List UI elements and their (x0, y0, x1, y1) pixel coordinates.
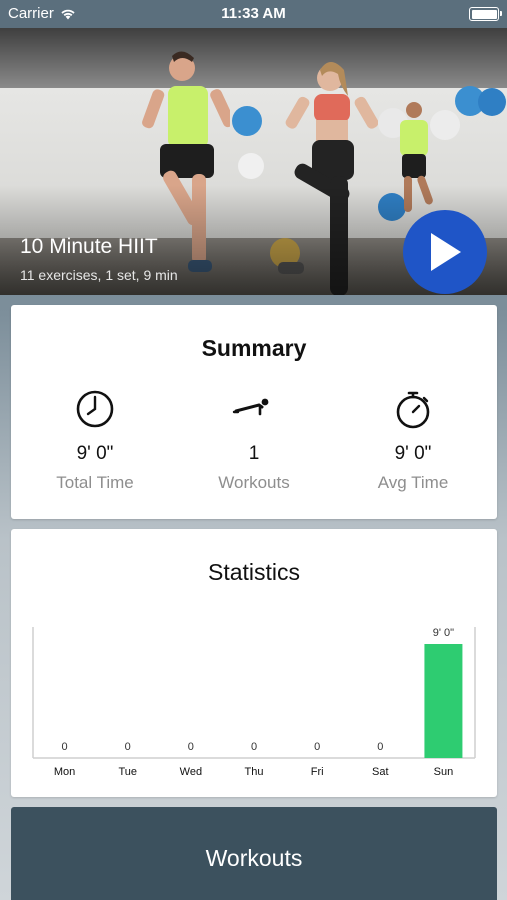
fitness-ball (478, 88, 506, 116)
workouts-button-label: Workouts (205, 845, 303, 871)
metric-label: Workouts (218, 473, 290, 492)
bar-value-label: 0 (377, 741, 383, 753)
fitness-ball (238, 153, 264, 179)
clock-icon (76, 390, 114, 428)
x-tick-label: Thu (245, 766, 264, 778)
bar-value-label: 0 (125, 741, 131, 753)
x-tick-label: Mon (54, 766, 75, 778)
summary-title: Summary (201, 335, 307, 361)
status-bar: Carrier 11:33 AM (0, 0, 507, 28)
bar-value-label: 9' 0" (433, 627, 454, 639)
x-tick-label: Wed (180, 766, 202, 778)
bar-value-label: 0 (251, 741, 257, 753)
battery-icon (469, 7, 502, 21)
metric-label: Avg Time (377, 473, 449, 492)
weekly-bar-chart: 0 Mon 0 Tue 0 Wed 0 Thu 0 Fri 0 Sat 9' 0" Sun (32, 627, 476, 778)
metric-label: Total Time (56, 473, 134, 492)
hero-ceiling (0, 28, 507, 88)
metric-value: 9' 0" (394, 443, 432, 464)
x-tick-label: Sat (372, 766, 389, 778)
bar-value-label: 0 (188, 741, 194, 753)
workout-title: 10 Minute HIIT (20, 235, 158, 258)
metric-avg-time: 9' 0" Avg Time (332, 387, 494, 493)
x-tick-label: Tue (118, 766, 137, 778)
workouts-button[interactable]: Workouts (11, 807, 497, 900)
x-tick-label: Sun (434, 766, 454, 778)
play-icon (431, 233, 461, 271)
metric-total-time: 9' 0" Total Time (14, 387, 176, 493)
pushup-icon (232, 398, 269, 416)
workout-hero[interactable]: 10 Minute HIIT 11 exercises, 1 set, 9 mi… (0, 28, 507, 295)
bar-value-label: 0 (62, 741, 68, 753)
metric-value: 9' 0" (76, 443, 114, 464)
metric-value: 1 (248, 443, 260, 464)
workout-subtitle: 11 exercises, 1 set, 9 min (20, 267, 178, 283)
metric-workouts: 1 Workouts (173, 387, 335, 493)
x-tick-label: Fri (311, 766, 324, 778)
bar-sun (424, 644, 463, 758)
statistics-card: Statistics 0 Mon 0 Tue 0 Wed 0 Thu 0 Fri 0 Sat 9' 0"… (11, 529, 497, 797)
stopwatch-icon (396, 391, 430, 429)
summary-card: Summary 9' 0" Total Time 1 Workouts 9' 0… (11, 305, 497, 519)
bar-value-label: 0 (314, 741, 320, 753)
fitness-ball (232, 106, 262, 136)
play-button[interactable] (403, 210, 487, 294)
status-time: 11:33 AM (221, 5, 286, 22)
